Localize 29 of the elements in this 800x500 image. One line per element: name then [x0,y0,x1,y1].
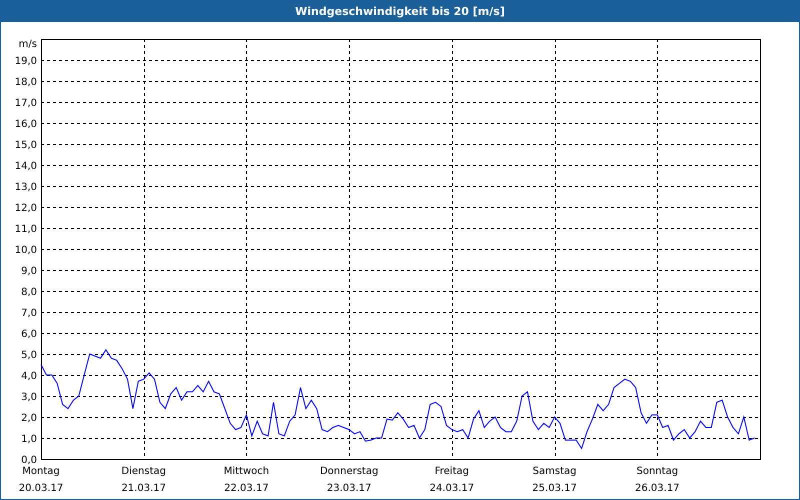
x-tick-label: Mittwoch 22.03.17 [224,466,270,494]
y-tick-label: 16,0 [14,119,37,130]
y-tick-label: 2,0 [21,413,37,424]
x-tick-label: Freitag 24.03.17 [430,466,474,494]
x-tick-label: Dienstag 21.03.17 [121,466,166,494]
y-tick-label: 17,0 [14,98,37,109]
y-tick-label: 19,0 [14,56,37,67]
chart-title: Windgeschwindigkeit bis 20 [m/s] [0,0,800,22]
y-tick-label: 8,0 [21,287,37,298]
y-tick-label: 6,0 [21,329,37,340]
y-tick-label: 13,0 [14,182,37,193]
y-tick-label: 0,0 [21,455,37,466]
x-tick-label: Sonntag 26.03.17 [635,466,680,494]
y-tick-label: 9,0 [21,266,37,277]
y-axis-unit: m/s [18,39,37,50]
y-tick-label: 3,0 [21,392,37,403]
y-tick-label: 1,0 [21,434,37,445]
y-tick-label: 5,0 [21,350,37,361]
x-tick-label: Donnerstag 23.03.17 [320,466,378,494]
y-tick-label: 12,0 [14,203,37,214]
y-tick-label: 11,0 [14,224,37,235]
x-tick-label: Samstag 25.03.17 [532,466,577,494]
y-tick-label: 14,0 [14,161,37,172]
y-tick-label: 10,0 [14,245,37,256]
y-tick-label: 18,0 [14,77,37,88]
y-tick-label: 7,0 [21,308,37,319]
y-tick-label: 4,0 [21,371,37,382]
x-tick-label: Montag 20.03.17 [18,466,64,494]
y-tick-label: 15,0 [14,140,37,151]
